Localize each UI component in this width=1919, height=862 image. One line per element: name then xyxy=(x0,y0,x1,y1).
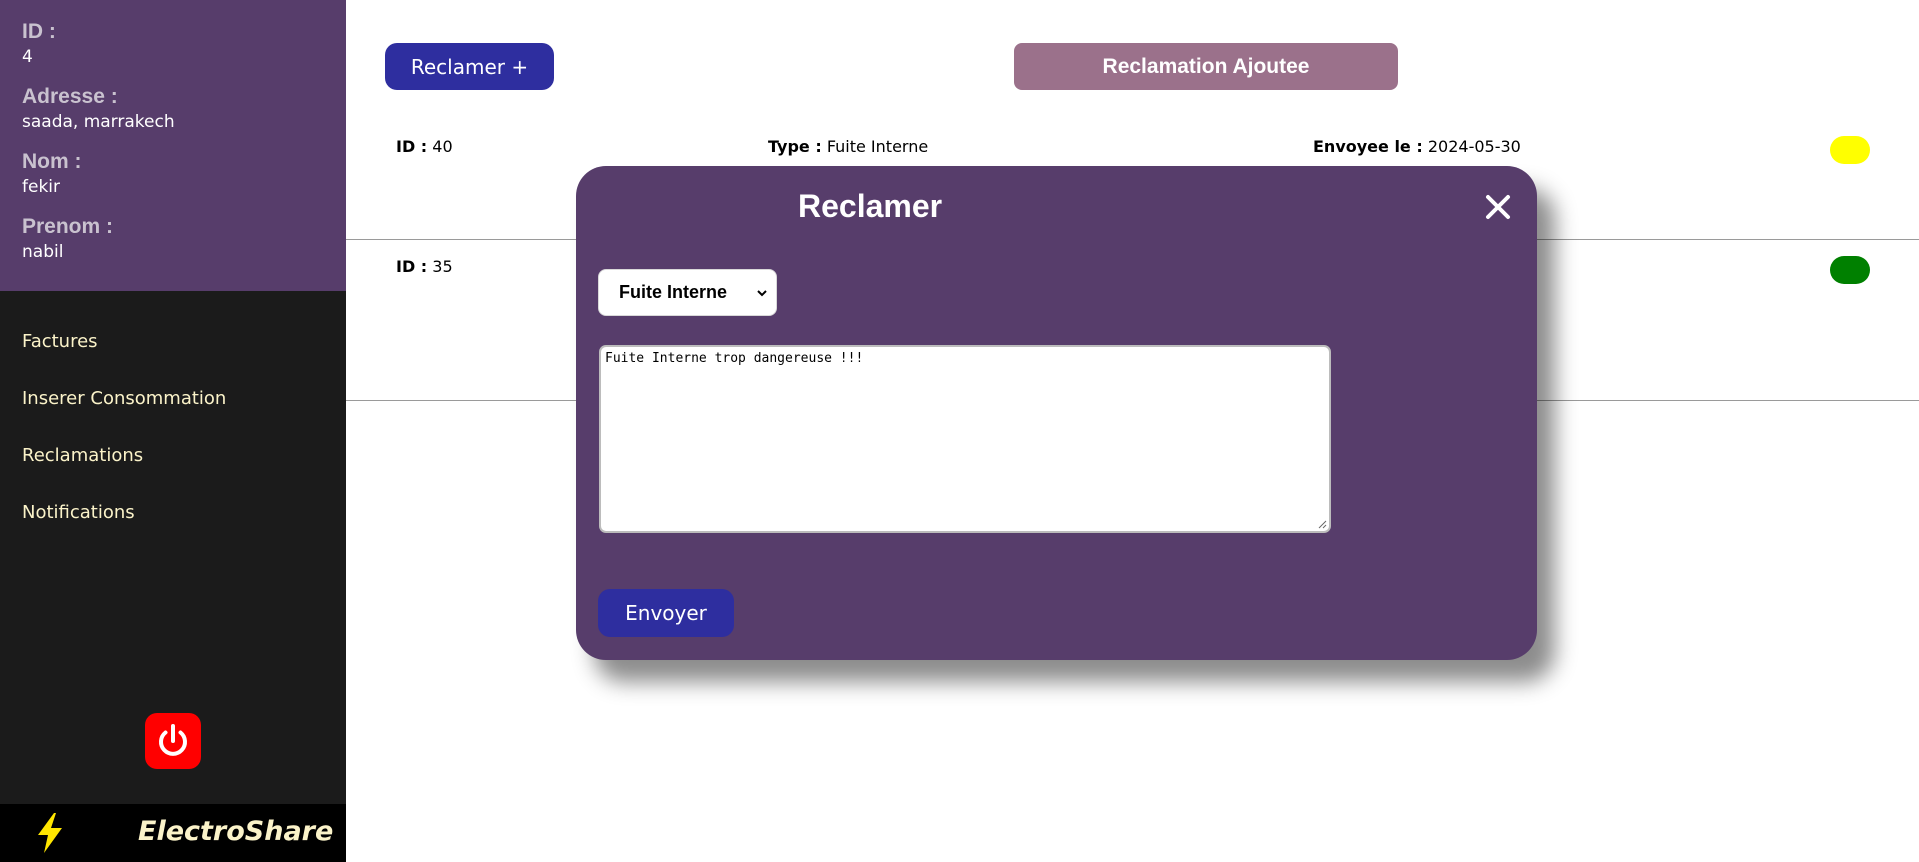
profile-lastname-value: fekir xyxy=(22,177,61,197)
profile-panel: ID : 4 Adresse : saada, marrakech Nom : … xyxy=(0,0,346,291)
row-id: ID : 35 xyxy=(396,257,453,276)
modal-title: Reclamer xyxy=(798,188,943,224)
resize-grip-icon[interactable] xyxy=(1317,519,1327,529)
sidebar: ID : 4 Adresse : saada, marrakech Nom : … xyxy=(0,0,346,862)
logout-button[interactable] xyxy=(145,713,201,769)
success-toast: Reclamation Ajoutee xyxy=(1014,43,1398,90)
brand-name: ElectroShare xyxy=(138,816,334,847)
nav-item-reclamations[interactable]: Reclamations xyxy=(22,445,143,466)
status-badge xyxy=(1830,136,1870,164)
profile-address-value: saada, marrakech xyxy=(22,112,175,132)
chevron-down-icon xyxy=(757,290,767,297)
brand-bar: ElectroShare xyxy=(0,804,346,862)
type-select-value: Fuite Interne xyxy=(619,282,728,302)
nav-item-notifications[interactable]: Notifications xyxy=(22,502,135,523)
profile-id-label: ID : xyxy=(22,20,56,43)
profile-firstname-label: Prenom : xyxy=(22,215,114,238)
type-select[interactable]: Fuite Interne xyxy=(598,269,777,316)
reclamer-button[interactable]: Reclamer + xyxy=(385,43,554,90)
nav-item-factures[interactable]: Factures xyxy=(22,331,98,352)
message-textarea[interactable]: Fuite Interne trop dangereuse !!! xyxy=(599,345,1331,533)
power-icon xyxy=(159,724,187,756)
lightning-bolt-icon xyxy=(38,813,62,853)
reclamer-modal: Reclamer Fuite Interne Fuite Interne tro… xyxy=(576,166,1537,660)
nav-item-inserer-consommation[interactable]: Inserer Consommation xyxy=(22,388,226,409)
row-date: Envoyee le : 2024-05-30 xyxy=(1313,137,1521,156)
close-icon[interactable] xyxy=(1484,193,1512,221)
profile-lastname-label: Nom : xyxy=(22,150,82,173)
status-badge xyxy=(1830,256,1870,284)
profile-id-value: 4 xyxy=(22,47,33,67)
row-id: ID : 40 xyxy=(396,137,453,156)
row-type: Type : Fuite Interne xyxy=(768,137,929,156)
profile-firstname-value: nabil xyxy=(22,242,64,262)
profile-address-label: Adresse : xyxy=(22,85,118,108)
message-text: Fuite Interne trop dangereuse !!! xyxy=(605,351,864,366)
send-button[interactable]: Envoyer xyxy=(598,589,734,637)
